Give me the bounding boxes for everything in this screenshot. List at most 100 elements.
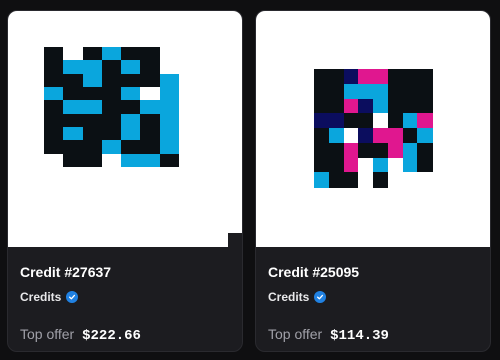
pixel-cell: [44, 140, 64, 155]
pixel-cell: [358, 142, 374, 158]
top-offer-label: Top offer: [268, 326, 323, 342]
pixel-cell: [402, 128, 418, 144]
pixel-cell: [373, 69, 389, 85]
collection-link[interactable]: Credits: [20, 289, 230, 305]
pixel-cell: [63, 60, 84, 75]
pixel-cell: [140, 47, 161, 61]
pixel-cell: [44, 100, 64, 115]
pixel-cell: [63, 113, 84, 128]
pixel-cell: [159, 100, 180, 115]
nft-artwork[interactable]: [256, 11, 490, 247]
pixel-cell: [63, 73, 84, 88]
pixel-cell: [121, 87, 141, 101]
pixel-cell: [358, 83, 374, 99]
pixel-cell: [387, 128, 403, 144]
pixel-cell: [402, 69, 418, 85]
nft-card[interactable]: Credit #25095 Credits Top offer $114.39: [255, 10, 491, 352]
nft-name[interactable]: Credit #25095: [268, 263, 478, 281]
pixel-cell: [387, 98, 403, 114]
pixel-cell: [44, 60, 64, 75]
pixel-cell: [101, 113, 122, 128]
pixel-cell: [159, 113, 180, 128]
pixel-cell: [82, 87, 103, 101]
pixel-cell: [343, 98, 359, 114]
pixel-cell: [121, 73, 141, 88]
pixel-cell: [121, 140, 141, 155]
pixel-cell: [358, 157, 374, 173]
nft-name[interactable]: Credit #27637: [20, 263, 230, 281]
pixel-cell: [402, 113, 418, 129]
pixel-cell: [417, 142, 433, 158]
pixel-cell: [121, 113, 141, 128]
pixel-cell: [328, 142, 344, 158]
pixel-cell: [82, 47, 103, 61]
collection-link[interactable]: Credits: [268, 289, 478, 305]
pixel-art-grid: [44, 47, 180, 168]
pixel-cell: [373, 157, 389, 173]
pixel-cell: [402, 98, 418, 114]
pixel-cell: [44, 113, 64, 128]
pixel-cell: [140, 113, 161, 128]
pixel-cell: [314, 69, 330, 85]
pixel-cell: [373, 128, 389, 144]
pixel-cell: [417, 172, 433, 188]
pixel-cell: [82, 73, 103, 88]
pixel-cell: [63, 153, 84, 168]
pixel-cell: [44, 47, 64, 61]
pixel-cell: [402, 142, 418, 158]
pixel-cell: [121, 100, 141, 115]
pixel-cell: [82, 60, 103, 75]
pixel-cell: [387, 172, 403, 188]
pixel-cell: [373, 172, 389, 188]
pixel-cell: [387, 83, 403, 99]
pixel-cell: [44, 73, 64, 88]
pixel-cell: [343, 142, 359, 158]
pixel-cell: [358, 98, 374, 114]
pixel-cell: [121, 47, 141, 61]
pixel-cell: [101, 140, 122, 155]
pixel-cell: [140, 87, 161, 101]
pixel-cell: [402, 172, 418, 188]
pixel-cell: [101, 127, 122, 141]
pixel-cell: [82, 140, 103, 155]
top-offer-price: $222.66: [82, 328, 141, 344]
top-offer-label: Top offer: [20, 326, 75, 342]
nft-card[interactable]: Credit #27637 Credits Top offer $222.66: [7, 10, 243, 352]
top-offer-price: $114.39: [330, 328, 389, 344]
pixel-art-grid: [314, 69, 433, 188]
pixel-cell: [140, 153, 161, 168]
pixel-cell: [314, 83, 330, 99]
pixel-cell: [373, 98, 389, 114]
pixel-cell: [417, 69, 433, 85]
corner-block: [228, 233, 242, 247]
pixel-cell: [159, 60, 180, 75]
pixel-cell: [314, 157, 330, 173]
pixel-cell: [101, 60, 122, 75]
pixel-cell: [358, 128, 374, 144]
pixel-cell: [358, 113, 374, 129]
pixel-cell: [82, 100, 103, 115]
pixel-cell: [63, 47, 84, 61]
pixel-cell: [314, 113, 330, 129]
collection-name: Credits: [20, 290, 62, 304]
pixel-cell: [101, 87, 122, 101]
pixel-cell: [328, 83, 344, 99]
pixel-cell: [343, 69, 359, 85]
pixel-cell: [159, 47, 180, 61]
pixel-cell: [63, 100, 84, 115]
pixel-cell: [358, 69, 374, 85]
pixel-cell: [44, 153, 64, 168]
pixel-cell: [328, 172, 344, 188]
pixel-cell: [101, 100, 122, 115]
nft-artwork[interactable]: [8, 11, 242, 247]
pixel-cell: [140, 127, 161, 141]
pixel-cell: [44, 127, 64, 141]
pixel-cell: [402, 157, 418, 173]
pixel-cell: [358, 172, 374, 188]
pixel-cell: [140, 100, 161, 115]
pixel-cell: [159, 153, 180, 168]
pixel-cell: [417, 157, 433, 173]
pixel-cell: [314, 128, 330, 144]
pixel-cell: [417, 113, 433, 129]
top-offer: Top offer $222.66: [20, 325, 230, 345]
